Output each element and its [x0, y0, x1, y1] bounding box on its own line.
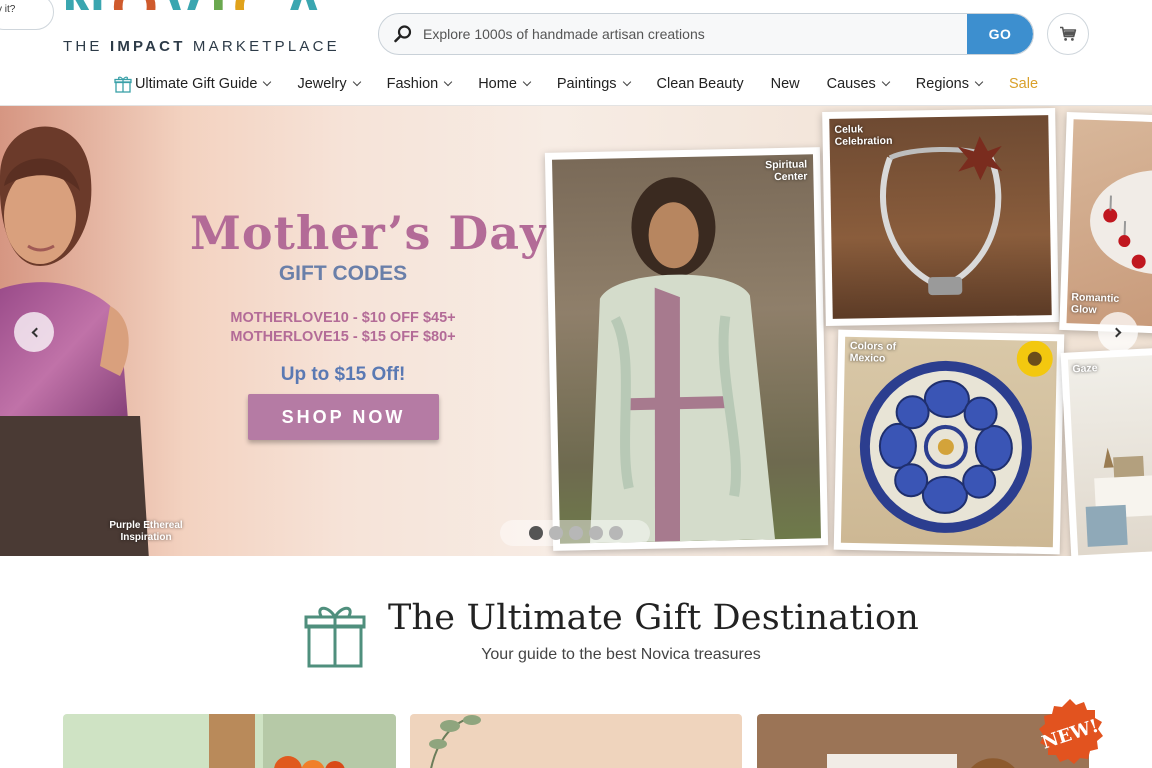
cart-button[interactable]	[1047, 13, 1089, 55]
nav-item-fashion[interactable]: Fashion	[373, 70, 465, 98]
hero-carousel[interactable]: Purple Ethereal Inspiration Mother’s Day…	[0, 105, 1152, 556]
promo-code-2: MOTHERLOVE15 - $15 OFF $80+	[230, 329, 456, 345]
gift-icon	[114, 76, 132, 93]
carousel-dot-5[interactable]	[609, 526, 623, 540]
promo-title: Mother’s Day	[190, 206, 548, 260]
chevron-down-icon	[881, 77, 891, 87]
nav-label: Regions	[915, 76, 969, 92]
talavera-plate-illustration	[859, 340, 1053, 533]
photo-card-necklace[interactable]: Celuk Celebration	[822, 107, 1059, 327]
carousel-pagination	[500, 520, 650, 546]
gaze-photo-image: Gaze	[1067, 354, 1152, 556]
carousel-dot-2[interactable]	[549, 526, 563, 540]
chevron-down-icon	[263, 77, 272, 87]
new-badge: NEW!	[1039, 699, 1103, 764]
gift-section-title: The Ultimate Gift Destination	[388, 598, 920, 638]
carousel-next-button[interactable]	[1098, 312, 1138, 352]
nav-item-paintings[interactable]: Paintings	[543, 70, 643, 98]
gift-card-1-image	[63, 714, 396, 768]
promo-subtitle: GIFT CODES	[278, 262, 408, 285]
search-go-button[interactable]: GO	[967, 14, 1033, 54]
carousel-dot-1[interactable]	[529, 526, 543, 540]
nav-label: Paintings	[556, 76, 617, 92]
photo-card-plate[interactable]: Colors of Mexico	[833, 329, 1065, 555]
search-input[interactable]	[423, 14, 963, 54]
earrings-photo-image: Romantic Glow	[1066, 119, 1152, 327]
chevron-down-icon	[443, 77, 453, 87]
cart-icon	[1060, 26, 1077, 41]
nav-item-new[interactable]: New	[757, 70, 813, 98]
search-icon	[394, 25, 412, 43]
nav-label: Causes	[826, 76, 876, 92]
chevron-down-icon	[352, 77, 361, 87]
caption-colors-of-mexico: Colors of Mexico	[849, 339, 897, 365]
photo-card-gaze[interactable]: Gaze	[1060, 347, 1152, 556]
nav-item-jewelry[interactable]: Jewelry	[284, 70, 373, 98]
chat-label: y it?	[0, 4, 16, 15]
gift-box-icon	[304, 606, 366, 668]
nav-label: Jewelry	[297, 76, 347, 92]
nav-item-ultimate-gift-guide[interactable]: Ultimate Gift Guide	[100, 70, 284, 98]
necklace-photo-image: Celuk Celebration	[829, 115, 1052, 319]
carousel-prev-button[interactable]	[14, 312, 54, 352]
caption-purple-ethereal: Purple Ethereal Inspiration	[109, 520, 183, 543]
nav-label: Fashion	[386, 76, 439, 92]
nav-item-clean-beauty[interactable]: Clean Beauty	[643, 70, 757, 98]
chevron-down-icon	[974, 77, 984, 87]
nav-label: New	[770, 76, 800, 92]
gift-section-subtitle: Your guide to the best Novica treasures	[481, 646, 761, 663]
chevron-right-icon	[1111, 327, 1121, 337]
promo-discount: Up to $15 Off!	[280, 364, 406, 385]
robe-photo-image: Spiritual Center	[552, 154, 821, 544]
nav-label: Home	[478, 76, 517, 92]
chevron-left-icon	[31, 327, 41, 337]
caption-spiritual-center: Spiritual Center	[765, 158, 808, 184]
caption-celuk-celebration: Celuk Celebration	[834, 123, 893, 148]
photo-card-robe[interactable]: Spiritual Center	[544, 147, 829, 551]
gift-card-1[interactable]	[63, 714, 396, 768]
logo-tagline: THE IMPACT MARKETPLACE	[63, 38, 340, 55]
nav-label: Sale	[1009, 76, 1039, 92]
carousel-dot-4[interactable]	[589, 526, 603, 540]
caption-gaze: Gaze	[1072, 362, 1098, 376]
chevron-down-icon	[522, 77, 532, 87]
photo-card-earrings[interactable]: Romantic Glow	[1059, 111, 1152, 335]
carousel-dot-3[interactable]	[569, 526, 583, 540]
gift-card-2-image	[410, 714, 742, 768]
gift-card-2[interactable]	[410, 714, 742, 768]
nav-item-home[interactable]: Home	[465, 70, 544, 98]
promo-code-1: MOTHERLOVE10 - $10 OFF $45+	[230, 310, 456, 326]
logo-wordmark: NOVICA	[62, 0, 331, 10]
chat-widget[interactable]: y it?	[0, 0, 54, 30]
nav-label: Clean Beauty	[656, 76, 744, 92]
nav-item-sale[interactable]: Sale	[996, 70, 1052, 98]
room-decor-illustration	[1085, 447, 1152, 547]
shop-now-button[interactable]: SHOP NOW	[248, 394, 439, 440]
robe-model-illustration	[590, 177, 776, 544]
chevron-down-icon	[622, 77, 631, 87]
search-bar: GO	[378, 13, 1034, 55]
plate-photo-image: Colors of Mexico	[840, 336, 1058, 548]
nav-label: Ultimate Gift Guide	[134, 76, 258, 92]
nav-item-causes[interactable]: Causes	[813, 70, 902, 98]
nav-item-regions[interactable]: Regions	[902, 70, 995, 98]
main-nav: Ultimate Gift Guide Jewelry Fashion Home…	[0, 70, 1152, 98]
